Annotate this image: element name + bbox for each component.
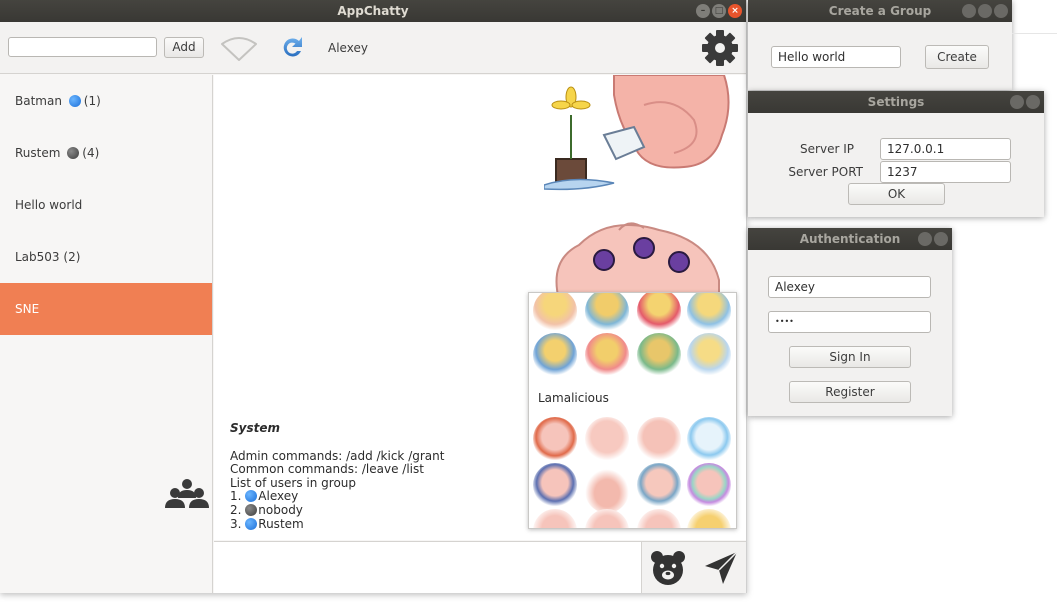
sticker-item[interactable]	[687, 509, 731, 528]
chat-item-hello-world[interactable]: Hello world	[0, 179, 212, 231]
minimize-icon[interactable]: –	[696, 4, 710, 18]
sticker-item[interactable]	[533, 463, 577, 507]
window-title: Create a Group	[828, 4, 932, 18]
toolbar: Add Alexey	[0, 22, 746, 74]
window-title: Authentication	[799, 232, 901, 246]
window-title: Settings	[867, 95, 925, 109]
wifi-icon[interactable]	[220, 36, 258, 62]
minimize-icon[interactable]	[1010, 95, 1024, 109]
minimize-icon[interactable]	[918, 232, 932, 246]
create-group-titlebar[interactable]: Create a Group	[748, 0, 1012, 22]
desktop-divider	[1012, 33, 1057, 34]
chat-item-lab503[interactable]: Lab503 (2)	[0, 231, 212, 283]
settings-titlebar[interactable]: Settings	[748, 91, 1044, 113]
message-line: List of users in group	[230, 475, 357, 490]
chat-item-batman[interactable]: Batman (1)	[0, 75, 212, 127]
message-line: Admin commands: /add /kick /grant	[230, 448, 445, 463]
message-sender: System	[230, 421, 280, 435]
offline-status-icon	[245, 503, 258, 516]
server-ip-input[interactable]: 127.0.0.1	[880, 138, 1011, 160]
sticker-item[interactable]	[585, 509, 629, 528]
sticker-item[interactable]	[637, 333, 681, 377]
sticker-item[interactable]	[585, 417, 629, 461]
sticker-item[interactable]	[687, 293, 731, 333]
minimize-icon[interactable]	[962, 4, 976, 18]
search-input[interactable]	[8, 37, 157, 57]
current-user-label: Alexey	[328, 41, 368, 55]
server-port-input[interactable]: 1237	[880, 161, 1011, 183]
sign-in-button[interactable]: Sign In	[789, 346, 911, 368]
password-input[interactable]: ••••	[768, 311, 931, 333]
sticker-item[interactable]	[533, 417, 577, 461]
chat-name: SNE	[15, 302, 40, 316]
maximize-icon[interactable]: □	[712, 4, 726, 18]
online-status-icon	[68, 95, 81, 107]
sticker-item[interactable]	[585, 333, 629, 377]
settings-window: Settings Server IP 127.0.0.1 Server PORT…	[748, 91, 1044, 217]
unread-count: (4)	[82, 146, 100, 160]
unread-count: (2)	[63, 250, 81, 264]
chat-name: Hello world	[15, 198, 83, 212]
sticker-item[interactable]	[637, 417, 681, 461]
authentication-window: Authentication Alexey •••• Sign In Regis…	[748, 228, 952, 416]
sticker-item[interactable]	[533, 509, 577, 528]
online-status-icon	[245, 490, 258, 503]
bear-sticker-icon[interactable]	[649, 549, 687, 587]
create-button[interactable]: Create	[925, 45, 989, 69]
group-name-input[interactable]: Hello world	[771, 46, 901, 68]
server-port-label: Server PORT	[788, 165, 863, 179]
llama-sticker-image	[555, 222, 720, 300]
close-icon[interactable]	[994, 4, 1008, 18]
sticker-item[interactable]	[687, 417, 731, 461]
sticker-item[interactable]	[637, 463, 681, 507]
message-line: Common commands: /leave /list	[230, 462, 424, 477]
sticker-row-girls	[529, 293, 736, 385]
unread-count: (1)	[83, 94, 101, 108]
sticker-picker: Lamalicious	[528, 292, 737, 529]
chat-name: Lab503	[15, 250, 60, 264]
sticker-item[interactable]	[533, 293, 577, 333]
window-title: AppChatty	[337, 4, 409, 18]
user-list-item: 2. nobody	[230, 502, 303, 517]
ok-button[interactable]: OK	[848, 183, 945, 205]
refresh-icon[interactable]	[279, 35, 305, 61]
system-message: System Admin commands: /add /kick /grant…	[230, 421, 445, 531]
chat-name: Batman	[15, 94, 62, 108]
add-button[interactable]: Add	[164, 37, 204, 58]
llama-sticker-image	[544, 75, 730, 191]
sticker-row-llamas	[529, 417, 736, 528]
user-list-item: 1. Alexey	[230, 489, 299, 504]
send-icon[interactable]	[702, 549, 740, 587]
user-list-item: 3. Rustem	[230, 516, 304, 531]
maximize-icon[interactable]	[978, 4, 992, 18]
sticker-item[interactable]	[637, 509, 681, 528]
input-actions	[641, 541, 746, 593]
sticker-item[interactable]	[585, 293, 629, 333]
sticker-section-label: Lamalicious	[538, 391, 609, 405]
authentication-titlebar[interactable]: Authentication	[748, 228, 952, 250]
offline-status-icon	[67, 147, 80, 159]
groups-icon[interactable]	[162, 478, 212, 512]
main-titlebar[interactable]: AppChatty – □ ×	[0, 0, 746, 22]
online-status-icon	[245, 517, 258, 530]
close-icon[interactable]	[1026, 95, 1040, 109]
sticker-item[interactable]	[687, 333, 731, 377]
register-button[interactable]: Register	[789, 381, 911, 403]
sticker-item[interactable]	[687, 463, 731, 507]
message-input[interactable]	[214, 541, 641, 593]
sticker-item[interactable]	[585, 469, 629, 513]
close-icon[interactable]	[934, 232, 948, 246]
chat-list: Batman (1) Rustem (4) Hello world Lab503…	[0, 75, 213, 593]
sticker-item[interactable]	[637, 293, 681, 333]
settings-gear-icon[interactable]	[701, 29, 739, 67]
sticker-item[interactable]	[533, 333, 577, 377]
chat-name: Rustem	[15, 146, 61, 160]
chat-item-sne[interactable]: SNE	[0, 283, 212, 335]
chat-item-rustem[interactable]: Rustem (4)	[0, 127, 212, 179]
server-ip-label: Server IP	[800, 142, 854, 156]
create-group-window: Create a Group Hello world Create	[748, 0, 1012, 90]
close-icon[interactable]: ×	[728, 4, 742, 18]
username-input[interactable]: Alexey	[768, 276, 931, 298]
